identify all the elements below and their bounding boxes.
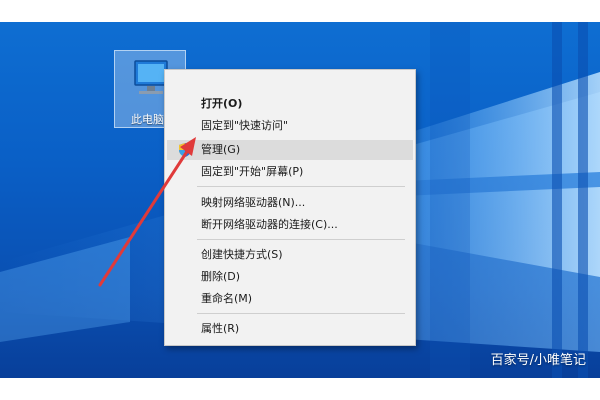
menu-separator [197,239,405,240]
context-menu: 打开(O) 固定到"快速访问" 管理(G) 固定到"开始"屏幕(P) 映射网络驱… [164,69,416,346]
menu-item-properties[interactable]: 属性(R) [167,319,413,339]
watermark: 百家号/小唯笔记 [490,353,586,368]
menu-item-pin-start[interactable]: 固定到"开始"屏幕(P) [167,162,413,182]
menu-item-delete[interactable]: 删除(D) [167,267,413,287]
menu-separator [197,186,405,187]
menu-separator [197,313,405,314]
menu-item-manage-label: 管理(G) [201,143,241,156]
menu-item-create-shortcut[interactable]: 创建快捷方式(S) [167,245,413,265]
menu-item-open[interactable]: 打开(O) [167,94,413,114]
menu-item-pin-quick-access[interactable]: 固定到"快速访问" [167,116,413,136]
menu-item-manage[interactable]: 管理(G) [167,140,413,160]
uac-shield-icon [179,143,191,157]
menu-item-disconnect-drive[interactable]: 断开网络驱动器的连接(C)... [167,215,413,235]
desktop: 此电脑 打开(O) 固定到"快速访问" 管理(G) 固定到"开始"屏幕(P) 映… [0,22,600,378]
menu-item-rename[interactable]: 重命名(M) [167,289,413,309]
menu-item-map-drive[interactable]: 映射网络驱动器(N)... [167,193,413,213]
